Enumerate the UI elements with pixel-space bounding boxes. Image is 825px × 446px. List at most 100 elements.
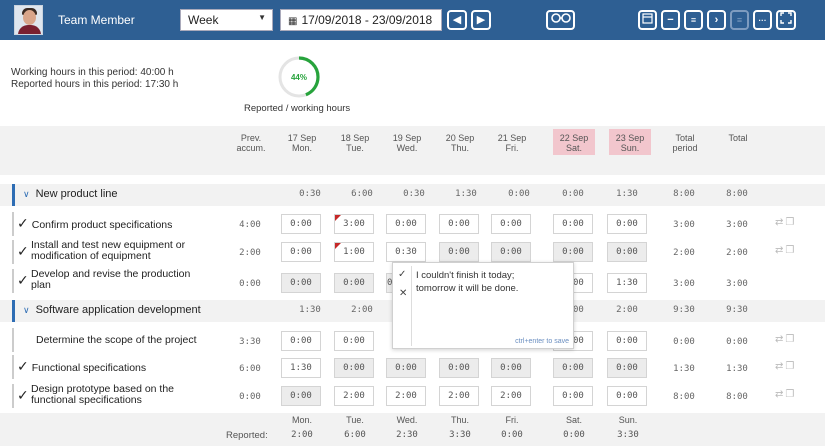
- time-cell[interactable]: 0:00: [553, 242, 593, 262]
- group-label[interactable]: ∨ Software application development: [23, 304, 201, 316]
- calendar-view-button[interactable]: [638, 10, 657, 30]
- reported-hours-text: Reported hours in this period: 17:30 h: [11, 79, 179, 90]
- fullscreen-button[interactable]: [776, 10, 796, 30]
- col-date: 21 Sep: [497, 133, 527, 143]
- task-label: ✓ Install and test new equipment or modi…: [17, 240, 185, 262]
- time-cell[interactable]: 0:00: [439, 214, 479, 234]
- time-cell[interactable]: 0:00: [607, 331, 647, 351]
- row-actions[interactable]: ⇄❐: [775, 361, 796, 372]
- task-total: 1:30: [726, 364, 748, 374]
- time-cell[interactable]: 0:00: [334, 273, 374, 293]
- col-day-thu: 20 Sep Thu.: [439, 133, 481, 153]
- task-marker: [12, 269, 14, 293]
- popup-divider: [411, 266, 412, 346]
- progress-ring-value: 44%: [291, 73, 307, 82]
- time-cell[interactable]: 2:00: [491, 386, 531, 406]
- avatar[interactable]: [14, 5, 43, 35]
- menu-button[interactable]: ≡: [730, 10, 749, 30]
- time-cell[interactable]: 3:00: [334, 214, 374, 234]
- list-view-button[interactable]: ≡: [684, 10, 703, 30]
- check-icon: ✓: [17, 243, 29, 259]
- time-cell[interactable]: 0:00: [281, 242, 321, 262]
- row-actions[interactable]: ⇄❐: [775, 245, 796, 256]
- group-day-total: 1:30: [299, 305, 321, 315]
- task-label-text: Functional specifications: [31, 362, 147, 374]
- time-cell[interactable]: 0:00: [281, 273, 321, 293]
- more-button[interactable]: ···: [753, 10, 772, 30]
- time-cell[interactable]: 2:00: [334, 386, 374, 406]
- group-label-text: Software application development: [35, 304, 201, 316]
- avatar-head: [23, 10, 36, 25]
- prev-period-button[interactable]: ◀: [447, 10, 467, 30]
- time-cell[interactable]: 2:00: [439, 386, 479, 406]
- time-cell[interactable]: 0:00: [386, 358, 426, 378]
- footer-value: 2:00: [291, 430, 313, 440]
- col-day: Sun.: [620, 143, 640, 153]
- col-day: Sat.: [565, 143, 582, 153]
- row-actions[interactable]: ⇄❐: [775, 334, 796, 345]
- time-cell[interactable]: 0:00: [386, 214, 426, 234]
- time-cell[interactable]: 0:00: [334, 331, 374, 351]
- footer-day: Sat.: [565, 415, 582, 425]
- time-cell[interactable]: 2:00: [386, 386, 426, 406]
- comment-icon[interactable]: ❐: [785, 361, 796, 372]
- progress-ring-chart: 44%: [278, 56, 320, 98]
- chevron-down-icon: ∨: [23, 305, 30, 315]
- next-period-button[interactable]: ▶: [471, 10, 491, 30]
- dots-icon: ···: [758, 16, 767, 25]
- repeat-icon[interactable]: ⇄: [775, 389, 785, 400]
- time-cell[interactable]: 1:00: [334, 242, 374, 262]
- time-cell[interactable]: 0:00: [334, 358, 374, 378]
- time-cell[interactable]: 1:30: [607, 273, 647, 293]
- group-day-total: 6:00: [351, 189, 373, 199]
- time-cell[interactable]: 0:00: [439, 242, 479, 262]
- time-cell[interactable]: 0:00: [281, 331, 321, 351]
- time-cell[interactable]: 0:00: [607, 386, 647, 406]
- time-cell[interactable]: 0:00: [607, 242, 647, 262]
- time-cell[interactable]: 0:00: [281, 386, 321, 406]
- comment-icon[interactable]: ❐: [785, 389, 796, 400]
- view-mode-button[interactable]: [546, 10, 575, 30]
- repeat-icon[interactable]: ⇄: [775, 217, 785, 228]
- time-cell[interactable]: 0:00: [439, 358, 479, 378]
- time-cell[interactable]: 0:00: [553, 358, 593, 378]
- footer-value: 6:00: [344, 430, 366, 440]
- group-row[interactable]: ∨ New product line 0:30 6:00 0:30 1:30 0:…: [0, 184, 825, 206]
- col-day: Mon.: [291, 143, 312, 153]
- time-cell[interactable]: 0:00: [491, 358, 531, 378]
- comment-icon[interactable]: ❐: [785, 334, 796, 345]
- time-cell[interactable]: 0:00: [607, 214, 647, 234]
- close-icon[interactable]: ✕: [399, 288, 407, 299]
- collapse-button[interactable]: −: [661, 10, 680, 30]
- group-total: 9:30: [726, 305, 748, 315]
- time-cell[interactable]: 0:00: [491, 242, 531, 262]
- forward-button[interactable]: ›: [707, 10, 726, 30]
- row-actions[interactable]: ⇄❐: [775, 389, 796, 400]
- task-label-text-2: functional specifications: [31, 394, 142, 406]
- col-total-period: Total period: [664, 133, 706, 153]
- group-label[interactable]: ∨ New product line: [23, 188, 118, 200]
- col-day: Fri.: [505, 143, 519, 153]
- check-icon[interactable]: ✓: [398, 269, 406, 280]
- repeat-icon[interactable]: ⇄: [775, 245, 785, 256]
- col-day: Wed.: [396, 143, 418, 153]
- task-total: 0:00: [726, 337, 748, 347]
- period-select[interactable]: Week ▼: [180, 9, 273, 31]
- time-cell[interactable]: 1:30: [281, 358, 321, 378]
- time-cell[interactable]: 0:00: [491, 214, 531, 234]
- time-cell[interactable]: 0:00: [281, 214, 321, 234]
- time-cell[interactable]: 0:00: [553, 214, 593, 234]
- repeat-icon[interactable]: ⇄: [775, 361, 785, 372]
- time-cell[interactable]: 0:00: [607, 358, 647, 378]
- comment-icon[interactable]: ❐: [785, 245, 796, 256]
- comment-textarea[interactable]: I couldn't finish it today; tomorrow it …: [416, 269, 571, 295]
- repeat-icon[interactable]: ⇄: [775, 334, 785, 345]
- footer-value: 2:30: [396, 430, 418, 440]
- row-actions[interactable]: ⇄❐: [775, 217, 796, 228]
- comment-icon[interactable]: ❐: [785, 217, 796, 228]
- time-cell[interactable]: 0:00: [553, 386, 593, 406]
- time-cell[interactable]: 0:30: [386, 242, 426, 262]
- date-range-picker[interactable]: ▦ 17/09/2018 - 23/09/2018: [280, 9, 442, 31]
- task-label: ✓ Functional specifications: [17, 359, 147, 374]
- chevron-right-icon: ›: [714, 14, 719, 26]
